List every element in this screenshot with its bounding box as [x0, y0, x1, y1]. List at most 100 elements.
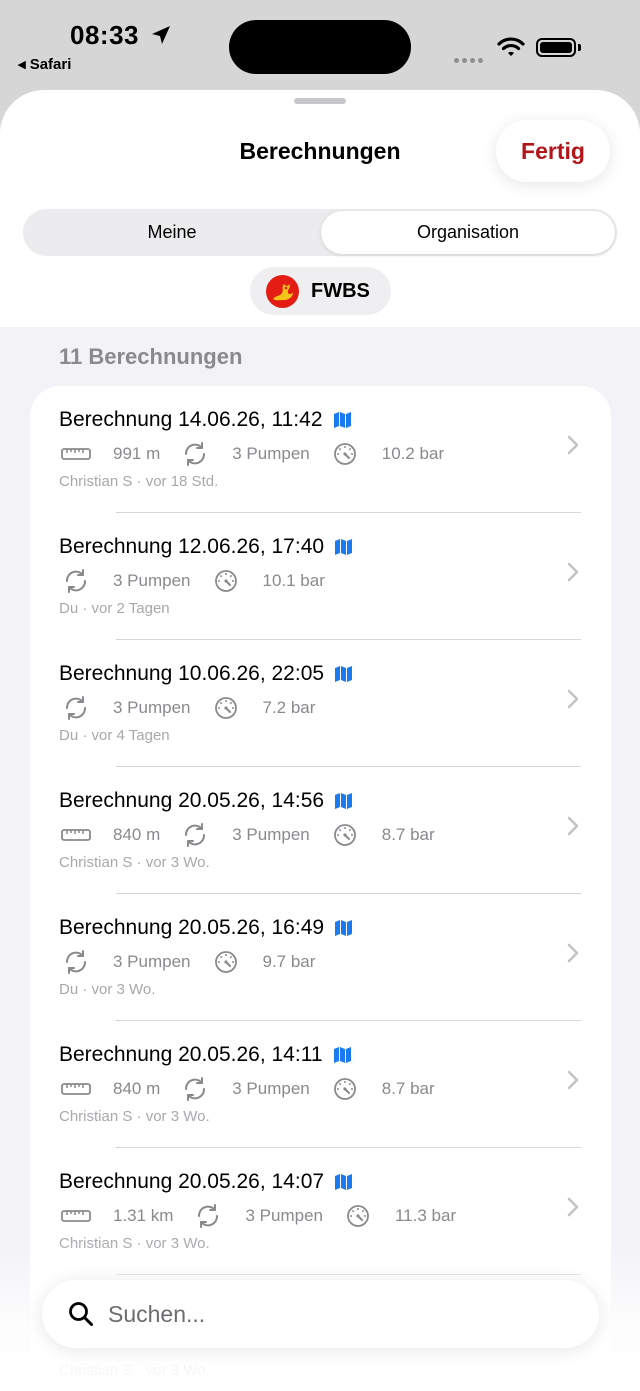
pumps-value: 3 Pumpen [113, 952, 191, 971]
pressure-value: 10.2 bar [381, 444, 445, 463]
row-metrics: 3 Pumpen 9.7 bar [59, 948, 333, 976]
organisation-chip[interactable]: FWBS [250, 267, 391, 315]
arrows-cycle-icon [191, 1204, 225, 1228]
row-metrics: 840 m 3 Pumpen 8.7 bar [59, 821, 453, 849]
ruler-icon [59, 1083, 93, 1095]
author-name: Christian S [59, 1108, 133, 1125]
row-metrics: 3 Pumpen 10.1 bar [59, 567, 343, 595]
pressure-value: 9.7 bar [262, 952, 316, 971]
separator-dot: · [82, 600, 88, 617]
pressure-value: 8.7 bar [381, 825, 435, 844]
pressure-value: 7.2 bar [262, 698, 316, 717]
relative-time: vor 18 Std. [145, 473, 219, 490]
calculation-row[interactable]: Berechnung 12.06.26, 17:40 3 Pumpen 10.1… [30, 513, 611, 640]
gauge-icon [341, 1204, 375, 1228]
search-placeholder: Suchen... [108, 1300, 206, 1327]
arrows-cycle-icon [178, 442, 212, 466]
map-icon [335, 920, 353, 936]
separator-dot: · [136, 1235, 142, 1252]
pumps-value: 3 Pumpen [232, 1079, 310, 1098]
map-icon [333, 1047, 351, 1063]
author-name: Du [59, 981, 79, 998]
chevron-right-icon [567, 1197, 579, 1217]
ruler-icon [59, 829, 93, 841]
arrows-cycle-icon [59, 696, 93, 720]
separator-dot: · [136, 1108, 142, 1125]
battery-icon [536, 38, 576, 57]
relative-time: vor 3 Wo. [145, 854, 210, 871]
map-icon [333, 412, 351, 428]
result-count: 11 Berechnungen [59, 344, 243, 369]
relative-time: vor 3 Wo. [91, 981, 156, 998]
gauge-icon [328, 442, 362, 466]
search-field[interactable]: Suchen... [42, 1280, 599, 1348]
relative-time: vor 2 Tagen [91, 600, 170, 617]
pressure-value: 8.7 bar [381, 1079, 435, 1098]
row-author-line: Du · vor 3 Wo. [59, 981, 155, 998]
pumps-value: 3 Pumpen [232, 825, 310, 844]
row-title-text: Berechnung 12.06.26, 17:40 [59, 535, 325, 558]
calculation-row[interactable]: Berechnung 14.06.26, 11:42 991 m 3 Pumpe… [30, 386, 611, 513]
location-arrow-icon [152, 26, 170, 44]
separator-dot: · [136, 854, 142, 871]
done-button[interactable]: Fertig [496, 120, 610, 182]
row-author-line: Christian S · vor 3 Wo. [59, 1362, 210, 1379]
calculation-row[interactable]: Berechnung 20.05.26, 14:07 1.31 km 3 Pum… [30, 1148, 611, 1275]
row-title-text: Berechnung 10.06.26, 22:05 [59, 662, 325, 685]
row-author-line: Christian S · vor 3 Wo. [59, 854, 210, 871]
arrows-cycle-icon [178, 823, 212, 847]
separator-dot: · [82, 727, 88, 744]
ruler-icon [59, 448, 93, 460]
relative-time: vor 3 Wo. [145, 1235, 210, 1252]
status-time: 08:33 [70, 20, 139, 50]
row-author-line: Christian S · vor 3 Wo. [59, 1108, 210, 1125]
separator-dot: · [82, 981, 88, 998]
arrows-cycle-icon [59, 950, 93, 974]
distance-value: 991 m [113, 444, 161, 463]
segment-organisation[interactable]: Organisation [321, 211, 615, 254]
calculation-row[interactable]: Berechnung 10.06.26, 22:05 3 Pumpen 7.2 … [30, 640, 611, 767]
calculation-row[interactable]: Berechnung 20.05.26, 14:56 840 m 3 Pumpe… [30, 767, 611, 894]
row-title-text: Berechnung 20.05.26, 14:11 [59, 1043, 323, 1066]
calculation-row[interactable]: Berechnung 20.05.26, 16:49 3 Pumpen 9.7 … [30, 894, 611, 1021]
row-metrics: 840 m 3 Pumpen 8.7 bar [59, 1075, 453, 1103]
calculation-row[interactable]: Berechnung 20.05.26, 14:11 840 m 3 Pumpe… [30, 1021, 611, 1148]
arrows-cycle-icon [59, 569, 93, 593]
author-name: Christian S [59, 473, 133, 490]
chevron-right-icon [567, 435, 579, 455]
organisation-name: FWBS [311, 279, 370, 302]
dynamic-island [229, 20, 411, 74]
row-metrics: 1.31 km 3 Pumpen 11.3 bar [59, 1202, 474, 1230]
segment-meine[interactable]: Meine [25, 211, 319, 254]
gauge-icon [328, 823, 362, 847]
row-title: Berechnung 14.06.26, 11:42 [59, 408, 351, 432]
author-name: Christian S [59, 1362, 133, 1379]
row-author-line: Christian S · vor 3 Wo. [59, 1235, 210, 1252]
map-icon [335, 1174, 353, 1190]
distance-value: 1.31 km [113, 1206, 174, 1225]
calculations-sheet: Berechnungen Fertig Meine Organisation F… [0, 90, 640, 1391]
map-icon [335, 539, 353, 555]
distance-value: 840 m [113, 1079, 161, 1098]
wifi-icon [497, 37, 525, 56]
chevron-right-icon [567, 943, 579, 963]
chevron-right-icon [567, 562, 579, 582]
chevron-right-icon [567, 816, 579, 836]
author-name: Christian S [59, 854, 133, 871]
row-title-text: Berechnung 20.05.26, 14:07 [59, 1170, 325, 1193]
map-icon [335, 666, 353, 682]
row-title: Berechnung 20.05.26, 16:49 [59, 916, 353, 940]
back-to-app-link[interactable]: ◂ Safari [18, 55, 71, 73]
sheet-grabber[interactable] [294, 98, 346, 104]
organisation-logo [266, 274, 299, 308]
map-icon [335, 793, 353, 809]
battery-tip [578, 44, 581, 51]
pumps-value: 3 Pumpen [232, 444, 310, 463]
row-title: Berechnung 20.05.26, 14:07 [59, 1170, 353, 1194]
row-author-line: Christian S · vor 18 Std. [59, 473, 218, 490]
gauge-icon [209, 569, 243, 593]
author-name: Christian S [59, 1235, 133, 1252]
relative-time: vor 4 Tagen [91, 727, 170, 744]
separator-dot: · [136, 1362, 142, 1379]
magnifier-icon [69, 1302, 93, 1326]
